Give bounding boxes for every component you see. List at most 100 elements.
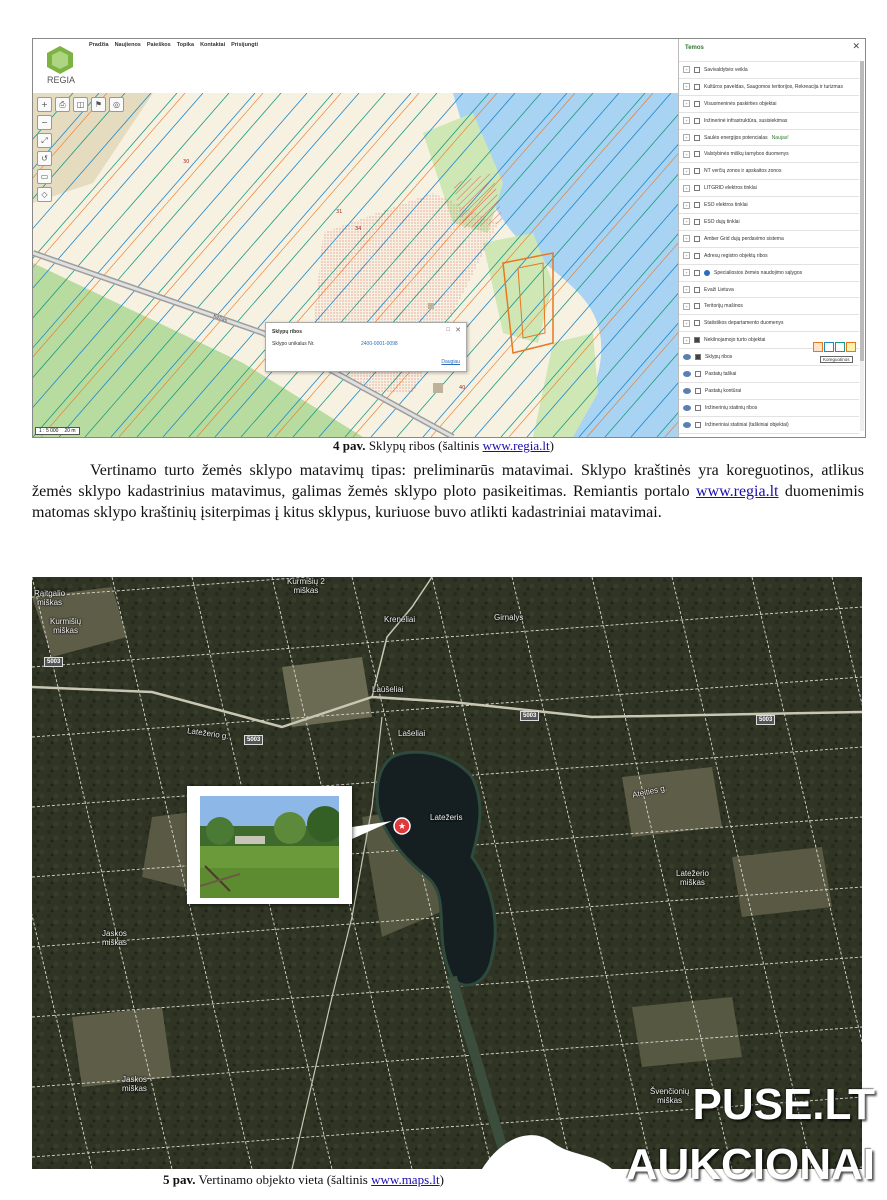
maximize-icon[interactable]: □ — [446, 327, 450, 333]
layer-checkbox[interactable] — [694, 202, 700, 209]
info-icon[interactable] — [704, 269, 710, 276]
layer-list: + Savivaldybės veikla + Kultūros paveldas, … — [679, 61, 859, 437]
locate-icon[interactable]: ◎ — [109, 97, 124, 112]
history-icon[interactable]: ↺ — [37, 151, 52, 166]
layer-checkbox[interactable] — [694, 66, 700, 73]
layer-item[interactable]: + ESO elektros tinklai — [679, 196, 859, 213]
eye-icon[interactable] — [683, 387, 691, 394]
expand-icon[interactable]: + — [683, 150, 690, 158]
layer-item[interactable]: + ESO dujų tinklai — [679, 213, 859, 230]
layer-item[interactable]: Pastatų kontūrai — [679, 381, 859, 399]
zoom-in-icon[interactable]: + — [37, 97, 52, 112]
layer-item[interactable]: + LITGRID elektros tinklai — [679, 179, 859, 196]
layer-item[interactable]: Pastatų taškai — [679, 365, 859, 382]
expand-icon[interactable]: + — [683, 252, 690, 260]
layer-checkbox[interactable] — [694, 151, 700, 158]
layer-checkbox[interactable] — [694, 83, 700, 90]
layer-item[interactable]: + Adresų registro objektų ribos — [679, 246, 859, 264]
layer-checkbox[interactable] — [694, 117, 700, 124]
layer-checkbox[interactable] — [694, 218, 700, 225]
expand-icon[interactable]: + — [683, 117, 690, 125]
print-icon[interactable]: ⎙ — [55, 97, 70, 112]
layer-item[interactable]: Inžineriniai statiniai (taškiniai objekt… — [679, 415, 859, 433]
measure-icon[interactable]: ◫ — [73, 97, 88, 112]
extent-icon[interactable]: ⤢ — [37, 133, 52, 148]
expand-icon[interactable]: + — [683, 134, 690, 141]
eye-icon[interactable] — [683, 354, 691, 361]
layer-checkbox[interactable] — [694, 269, 700, 276]
expand-icon[interactable]: + — [683, 302, 690, 310]
expand-icon[interactable]: + — [683, 336, 690, 344]
layer-label: Amber Grid dujų perdavimo sistema — [704, 235, 784, 242]
layer-checkbox[interactable] — [695, 370, 701, 377]
layer-checkbox[interactable] — [694, 134, 700, 141]
layer-item[interactable]: + Teritorijų mašinos — [679, 297, 859, 314]
eye-icon[interactable] — [683, 370, 691, 377]
caption-link[interactable]: www.maps.lt — [371, 1172, 440, 1187]
layer-item[interactable]: + Evaži Lietuva — [679, 280, 859, 298]
popup-more-link[interactable]: Daugiau — [441, 359, 460, 365]
layer-checkbox[interactable] — [695, 404, 701, 411]
bookmark-icon[interactable]: ⚑ — [91, 97, 106, 112]
layer-checkbox[interactable] — [694, 168, 700, 175]
layer-checkbox[interactable] — [695, 354, 701, 361]
select-icon[interactable]: ◇ — [37, 187, 52, 202]
expand-icon[interactable]: + — [683, 83, 690, 91]
menu-item[interactable]: Naujienos — [115, 42, 141, 48]
menu-item[interactable]: Kontaktai — [200, 42, 225, 48]
expand-icon[interactable]: + — [683, 201, 690, 209]
eye-icon[interactable] — [683, 404, 691, 411]
body-link[interactable]: www.regia.lt — [696, 483, 779, 500]
layer-item[interactable]: + Kultūros paveldas, Saugomos teritorijos… — [679, 77, 859, 95]
expand-icon[interactable]: + — [683, 100, 690, 108]
layer-item[interactable]: + Statistikos departamento duomenys — [679, 314, 859, 331]
layer-checkbox[interactable] — [694, 337, 700, 344]
layer-checkbox[interactable] — [695, 387, 701, 394]
eye-icon[interactable] — [683, 421, 691, 428]
layer-checkbox[interactable] — [694, 235, 700, 242]
layer-checkbox[interactable] — [694, 252, 700, 259]
layer-item[interactable]: + Amber Grid dujų perdavimo sistema — [679, 229, 859, 247]
layer-checkbox[interactable] — [695, 421, 701, 428]
layer-checkbox[interactable] — [694, 303, 700, 310]
layer-item[interactable]: + Savivaldybės veikla — [679, 61, 859, 78]
expand-icon[interactable]: + — [683, 235, 690, 243]
menu-item[interactable]: Prisijungti — [231, 42, 258, 48]
layer-item[interactable]: + Inžinerinė infrastruktūra, susisiekimas — [679, 111, 859, 129]
expand-icon[interactable]: + — [683, 167, 690, 175]
expand-icon[interactable]: + — [683, 319, 690, 327]
zoom-out-icon[interactable]: − — [37, 115, 52, 130]
layers-scrollbar[interactable] — [860, 61, 864, 431]
scrollbar-thumb[interactable] — [860, 61, 864, 361]
map-label: Girnalys — [494, 613, 524, 622]
menu-item[interactable]: Paieškos — [147, 42, 171, 48]
layer-checkbox[interactable] — [694, 320, 700, 327]
caption-link[interactable]: www.regia.lt — [483, 438, 550, 453]
layer-item[interactable]: + Visuomeninės paskirties objektai — [679, 94, 859, 112]
scale-distance: 20 m — [64, 428, 76, 434]
close-icon[interactable]: ✕ — [455, 326, 461, 334]
expand-icon[interactable]: + — [683, 269, 690, 277]
layer-item[interactable]: + Valstybinės miškų tarnybos duomenys — [679, 145, 859, 162]
road-number-badge: 5003 — [756, 715, 776, 725]
layer-checkbox[interactable] — [694, 185, 700, 192]
popup-row-value[interactable]: 2400-0001-0098 — [361, 341, 398, 347]
menu-item[interactable]: Topika — [177, 42, 194, 48]
close-icon[interactable]: ✕ — [852, 41, 860, 52]
map-label: Krenėliai — [384, 615, 416, 624]
expand-icon[interactable]: + — [683, 66, 690, 74]
comment-icon[interactable]: ▭ — [37, 169, 52, 184]
expand-icon[interactable]: + — [683, 184, 690, 192]
layer-item[interactable]: Inžinerinių statinių ribos — [679, 398, 859, 416]
expand-icon[interactable]: + — [683, 286, 690, 294]
layer-item[interactable]: + Specialiosios žemės naudojimo sąlygos — [679, 263, 859, 281]
cadastral-map[interactable]: 30 31 34 40 Kelias — [33, 93, 678, 437]
layer-label: ESO elektros tinklai — [704, 202, 748, 209]
layer-item[interactable]: + NT verčių zonos ir apskaitos zonos — [679, 162, 859, 179]
location-marker-icon[interactable]: ★ — [393, 817, 411, 835]
layer-checkbox[interactable] — [694, 100, 700, 107]
expand-icon[interactable]: + — [683, 218, 690, 226]
layer-checkbox[interactable] — [694, 286, 700, 293]
layer-item[interactable]: + Saulės energijos potencialas Naujas! — [679, 128, 859, 146]
menu-item[interactable]: Pradžia — [89, 42, 109, 48]
